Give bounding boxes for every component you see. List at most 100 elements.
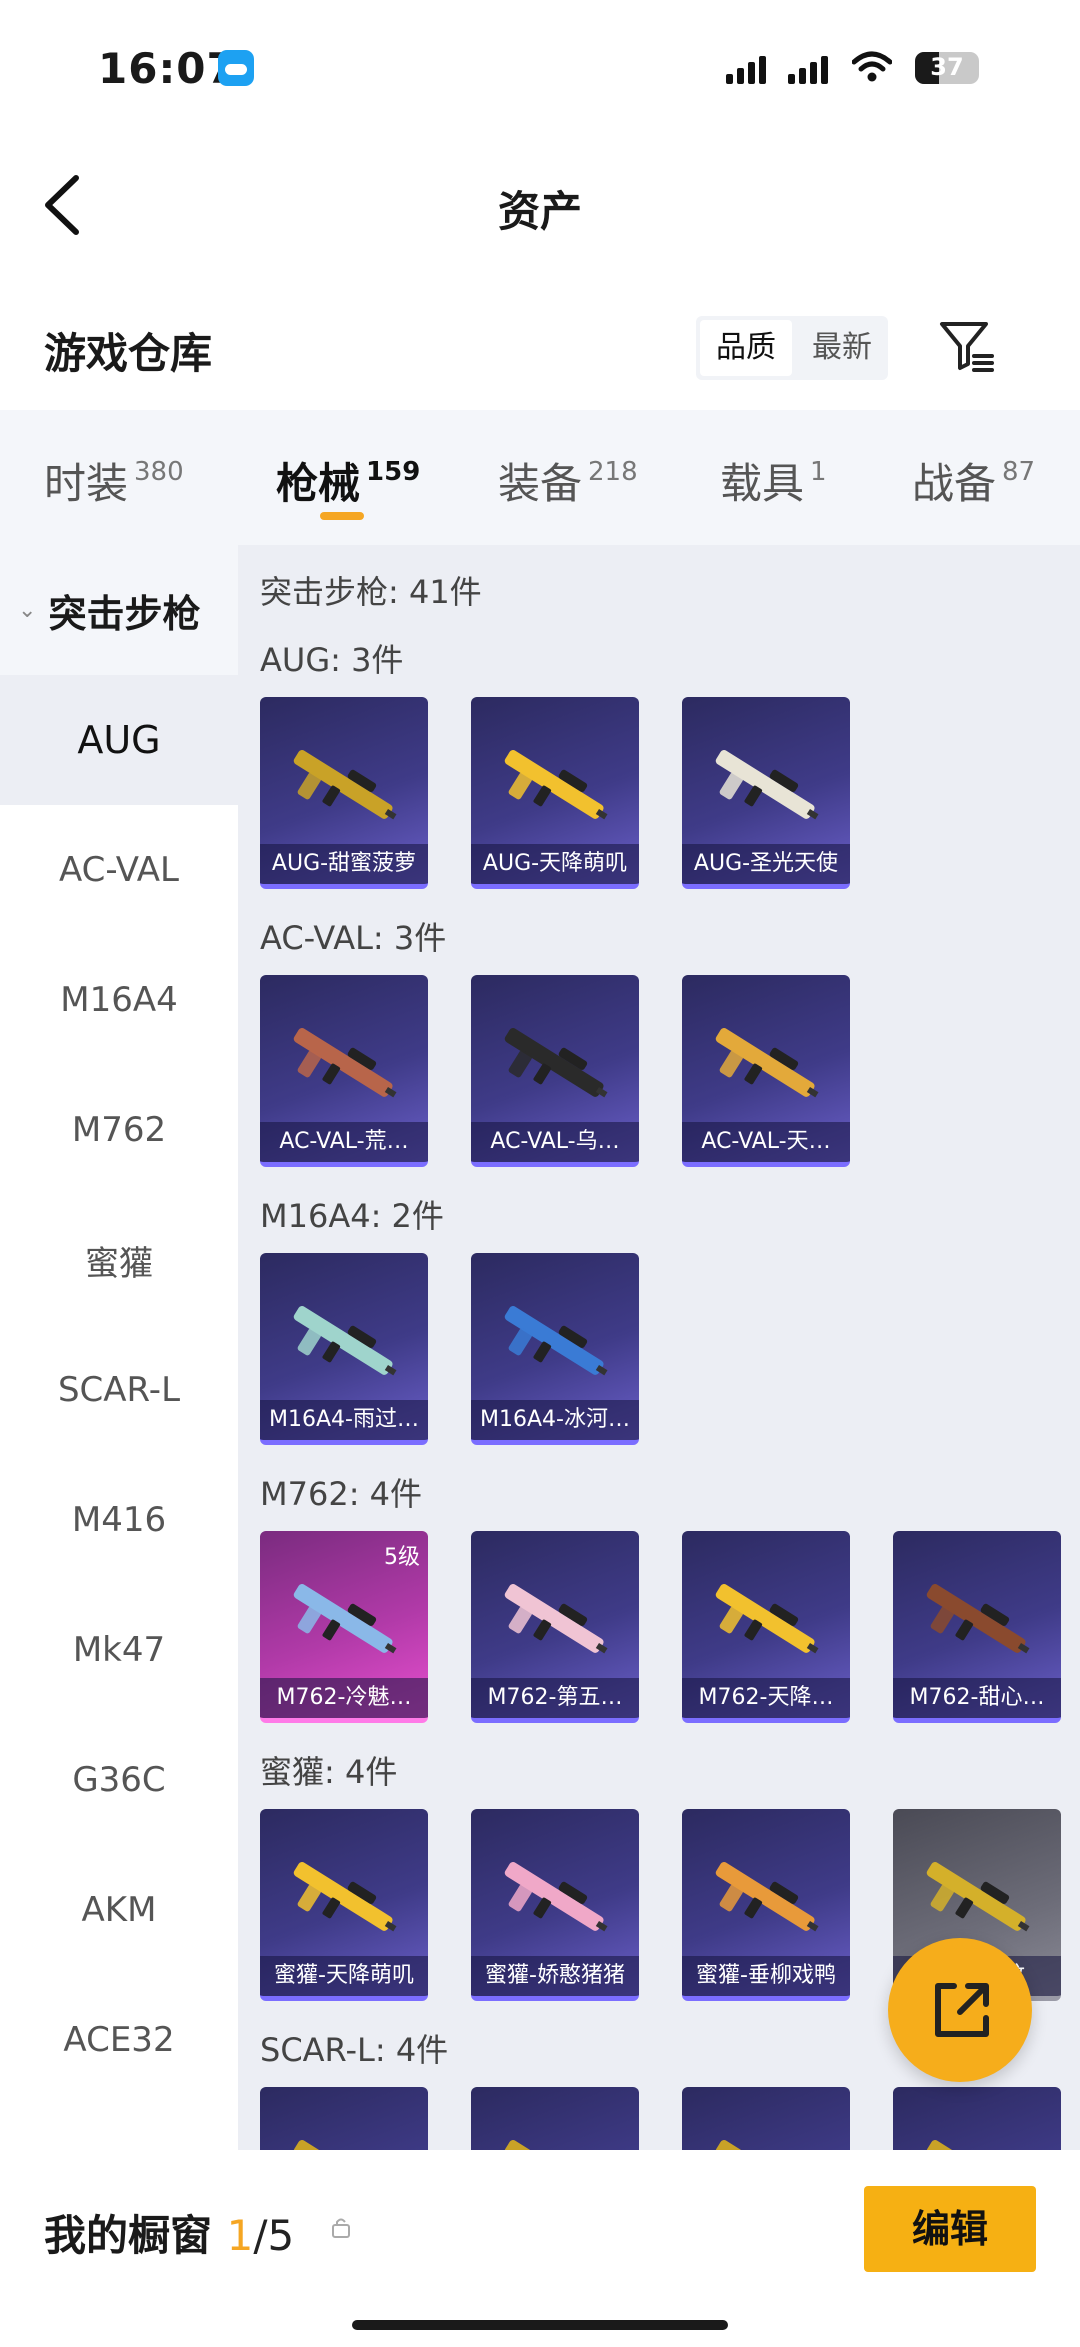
lock-icon bbox=[332, 2218, 350, 2238]
cloud-icon bbox=[218, 50, 254, 86]
tab-supplies[interactable]: 战备 87 bbox=[912, 450, 1035, 511]
weapon-card-label: 蜜獾-天降萌叽 bbox=[260, 1956, 428, 1996]
weapon-sidebar: ⌄ 突击步枪 AUG AC-VAL M16A4 M762 蜜獾 SCAR-L M416 Mk4… bbox=[0, 545, 238, 2150]
sidebar-item[interactable]: SCAR-L bbox=[0, 1325, 238, 1455]
sort-quality[interactable]: 品质 bbox=[700, 320, 792, 376]
sort-toggle[interactable]: 品质 最新 bbox=[696, 316, 888, 380]
weapon-skin-image bbox=[926, 1862, 1030, 1932]
weapon-card-label: 蜜獾-垂柳戏鸭 bbox=[682, 1956, 850, 1996]
weapon-card[interactable] bbox=[682, 2087, 850, 2150]
battery-level: 37 bbox=[930, 53, 964, 81]
battery-icon: 37 bbox=[915, 52, 979, 84]
weapon-skin-image bbox=[715, 1862, 819, 1932]
sidebar-item[interactable]: Mk47 bbox=[0, 1585, 238, 1715]
wifi-icon bbox=[852, 51, 892, 82]
weapon-card[interactable]: M16A4-雨过… bbox=[260, 1253, 428, 1445]
filter-icon[interactable] bbox=[938, 318, 994, 374]
home-indicator bbox=[352, 2320, 728, 2330]
weapon-card[interactable]: AUG-圣光天使 bbox=[682, 697, 850, 889]
sidebar-item[interactable]: 蜜獾 bbox=[0, 1195, 238, 1325]
weapon-skin-image bbox=[715, 2140, 815, 2150]
weapon-card[interactable] bbox=[260, 2087, 428, 2150]
weapon-card[interactable]: AC-VAL-荒… bbox=[260, 975, 428, 1167]
weapon-skin-image bbox=[715, 1028, 819, 1098]
showcase-current: 1 bbox=[226, 2211, 254, 2260]
weapon-card-label: M762-天降… bbox=[682, 1678, 850, 1718]
tab-guns[interactable]: 枪械 159 bbox=[276, 450, 420, 511]
weapon-card[interactable] bbox=[471, 2087, 639, 2150]
active-tab-indicator bbox=[320, 512, 364, 520]
weapon-card-label: M762-第五… bbox=[471, 1678, 639, 1718]
page-title: 资产 bbox=[497, 187, 582, 236]
weapon-card-label: AUG-圣光天使 bbox=[682, 844, 850, 884]
sidebar-item[interactable]: M16A4 bbox=[0, 935, 238, 1065]
weapon-card[interactable]: M762-天降… bbox=[682, 1531, 850, 1723]
weapon-skin-image bbox=[293, 750, 397, 820]
weapon-skin-image bbox=[926, 2140, 1026, 2150]
group-title: M16A4: 2件 bbox=[260, 1197, 444, 1235]
weapon-card[interactable]: 蜜獾-天降萌叽 bbox=[260, 1809, 428, 2001]
warehouse-title: 游戏仓库 bbox=[44, 329, 213, 378]
group-title: M762: 4件 bbox=[260, 1475, 423, 1513]
status-bar: 16:07 37 bbox=[0, 0, 1080, 130]
weapon-card[interactable]: 蜜獾-垂柳戏鸭 bbox=[682, 1809, 850, 2001]
showcase-max: 5 bbox=[267, 2211, 295, 2260]
sidebar-item[interactable]: AUG bbox=[0, 675, 238, 805]
signal-icon bbox=[726, 54, 766, 84]
weapon-skin-image bbox=[293, 1028, 397, 1098]
edit-button[interactable]: 编辑 bbox=[864, 2186, 1036, 2272]
weapon-card-label: AUG-天降萌叽 bbox=[471, 844, 639, 884]
weapon-card-label: AUG-甜蜜菠萝 bbox=[260, 844, 428, 884]
sidebar-item[interactable]: AKM bbox=[0, 1845, 238, 1975]
weapon-skin-image bbox=[293, 1862, 397, 1932]
status-time: 16:07 bbox=[98, 44, 237, 93]
weapon-skin-image bbox=[293, 1584, 397, 1654]
level-badge: 5级 bbox=[384, 1545, 420, 1570]
weapon-card[interactable]: 蜜獾-娇憨猪猪 bbox=[471, 1809, 639, 2001]
weapon-skin-image bbox=[504, 1306, 608, 1376]
sidebar-item[interactable]: G36C bbox=[0, 1715, 238, 1845]
group-title: 蜜獾: 4件 bbox=[260, 1753, 398, 1791]
sidebar-category[interactable]: ⌄ 突击步枪 bbox=[0, 545, 238, 675]
sidebar-item[interactable]: M762 bbox=[0, 1065, 238, 1195]
weapon-card-label: AC-VAL-乌… bbox=[471, 1122, 639, 1162]
sidebar-item[interactable]: M416 bbox=[0, 1455, 238, 1585]
signal-icon-2 bbox=[788, 54, 828, 84]
weapon-card[interactable] bbox=[893, 2087, 1061, 2150]
weapon-skin-image bbox=[926, 1584, 1030, 1654]
weapon-card-label: M16A4-冰河… bbox=[471, 1400, 639, 1440]
weapon-skin-image bbox=[504, 1028, 608, 1098]
group-title: SCAR-L: 4件 bbox=[260, 2031, 449, 2069]
weapon-skin-image bbox=[715, 1584, 819, 1654]
bottom-bar: 我的橱窗 1/5 编辑 bbox=[0, 2150, 1080, 2347]
weapon-skin-image bbox=[504, 1584, 608, 1654]
weapon-card[interactable]: M762-甜心… bbox=[893, 1531, 1061, 1723]
chevron-down-icon: ⌄ bbox=[18, 597, 37, 623]
category-total: 突击步枪: 41件 bbox=[260, 573, 482, 611]
weapon-card[interactable]: M16A4-冰河… bbox=[471, 1253, 639, 1445]
tab-fashion[interactable]: 时装 380 bbox=[44, 450, 184, 511]
group-title: AC-VAL: 3件 bbox=[260, 919, 447, 957]
weapon-card-label: M762-甜心… bbox=[893, 1678, 1061, 1718]
tab-equipment[interactable]: 装备 218 bbox=[498, 450, 638, 511]
sidebar-item[interactable]: AC-VAL bbox=[0, 805, 238, 935]
weapon-card[interactable]: M762-第五… bbox=[471, 1531, 639, 1723]
weapon-card-label: AC-VAL-荒… bbox=[260, 1122, 428, 1162]
weapon-card[interactable]: AUG-天降萌叽 bbox=[471, 697, 639, 889]
share-button[interactable] bbox=[888, 1938, 1032, 2082]
weapon-card[interactable]: AUG-甜蜜菠萝 bbox=[260, 697, 428, 889]
sort-latest[interactable]: 最新 bbox=[796, 316, 888, 380]
weapon-card[interactable]: AC-VAL-天… bbox=[682, 975, 850, 1167]
weapon-card-label: AC-VAL-天… bbox=[682, 1122, 850, 1162]
sidebar-item[interactable]: ACE32 bbox=[0, 1975, 238, 2105]
showcase-label: 我的橱窗 bbox=[44, 2211, 213, 2260]
tab-vehicles[interactable]: 载具 1 bbox=[720, 450, 827, 511]
weapon-card[interactable]: 5级 M762-冷魅… bbox=[260, 1531, 428, 1723]
weapon-skin-image bbox=[504, 750, 608, 820]
weapon-grid: 突击步枪: 41件 AUG: 3件 AUG-甜蜜菠萝 AUG-天降萌叽 AUG-圣光天… bbox=[238, 545, 1080, 2150]
share-icon bbox=[935, 1983, 989, 2037]
category-tabs: 时装 380 枪械 159 装备 218 载具 1 战备 87 bbox=[0, 410, 1080, 545]
weapon-card[interactable]: AC-VAL-乌… bbox=[471, 975, 639, 1167]
weapon-card-label: M16A4-雨过… bbox=[260, 1400, 428, 1440]
group-title: AUG: 3件 bbox=[260, 641, 404, 679]
